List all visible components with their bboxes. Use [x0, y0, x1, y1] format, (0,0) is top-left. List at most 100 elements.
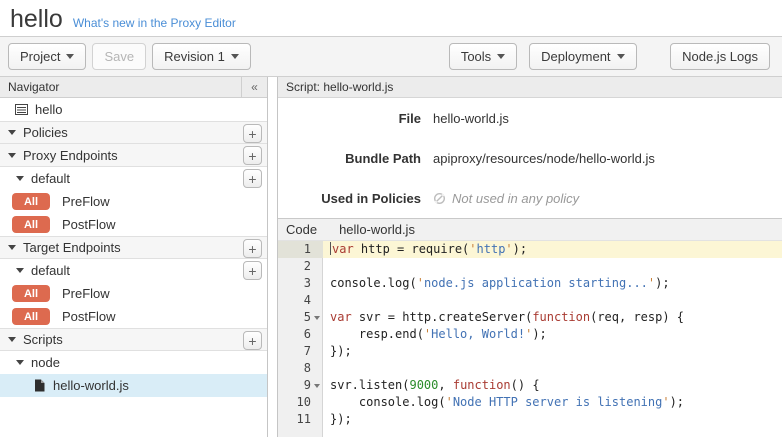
tools-menu-label: Tools [461, 49, 491, 64]
save-label: Save [104, 49, 134, 64]
field-label: Used in Policies [278, 191, 433, 206]
flow-count-badge: All [12, 308, 50, 325]
code-line-4[interactable]: 4 [278, 292, 782, 309]
disclosure-triangle-icon[interactable] [16, 176, 24, 181]
field-value: Not used in any policy [433, 191, 579, 206]
deployment-menu-button[interactable]: Deployment [529, 43, 636, 70]
text-cursor [330, 242, 331, 255]
navigator-row-preflow[interactable]: All PreFlow [0, 282, 267, 305]
line-number: 1 [278, 241, 323, 258]
proxy-overview-icon [15, 103, 28, 116]
file-icon [33, 379, 46, 392]
chevron-down-icon [231, 54, 239, 59]
navigator-row-proxy-endpoints[interactable]: Proxy Endpoints+ [0, 144, 267, 167]
add-button[interactable]: + [243, 146, 262, 165]
navigator-row-node[interactable]: node [0, 351, 267, 374]
code-line-2[interactable]: 2 [278, 258, 782, 275]
toolbar: Project Save Revision 1 Tools Deployment… [0, 36, 782, 77]
add-button[interactable]: + [243, 331, 262, 350]
disclosure-triangle-icon[interactable] [8, 153, 16, 158]
code-line-content [323, 360, 782, 377]
disclosure-triangle-icon[interactable] [16, 268, 24, 273]
code-editor[interactable]: 1var http = require('http');23console.lo… [278, 241, 782, 437]
navigator-row-postflow[interactable]: AllPostFlow [0, 213, 267, 236]
navigator-row-default[interactable]: default + [0, 259, 267, 282]
code-lines: 1var http = require('http');23console.lo… [278, 241, 782, 428]
navigator-sidebar: Navigator « hello Policies+Proxy Endpoint… [0, 77, 268, 437]
code-line-content [323, 258, 782, 275]
project-menu-button[interactable]: Project [8, 43, 86, 70]
code-fold-icon[interactable] [314, 384, 320, 388]
code-line-10[interactable]: 10 console.log('Node HTTP server is list… [278, 394, 782, 411]
disclosure-triangle-icon[interactable] [16, 360, 24, 365]
line-number: 5 [278, 309, 323, 326]
navigator-row-label: default [31, 263, 70, 278]
code-line-content: var svr = http.createServer(function(req… [323, 309, 782, 326]
navigator-row-target-endpoints[interactable]: Target Endpoints + [0, 236, 267, 259]
project-menu-label: Project [20, 49, 60, 64]
code-line-3[interactable]: 3console.log('node.js application starti… [278, 275, 782, 292]
code-line-8[interactable]: 8 [278, 360, 782, 377]
navigator-row-label: node [31, 355, 60, 370]
navigator-row-default[interactable]: default + [0, 167, 267, 190]
navigator-row-label: default [31, 171, 70, 186]
code-line-9[interactable]: 9svr.listen(9000, function() { [278, 377, 782, 394]
navigator-row-label: PreFlow [62, 286, 110, 301]
code-line-content: svr.listen(9000, function() { [323, 377, 782, 394]
flow-count-badge: All [12, 216, 50, 233]
navigator-row-label: PostFlow [62, 309, 115, 324]
code-line-5[interactable]: 5var svr = http.createServer(function(re… [278, 309, 782, 326]
disclosure-triangle-icon[interactable] [8, 337, 16, 342]
broken-link-icon [433, 192, 446, 205]
chevron-down-icon [66, 54, 74, 59]
revision-menu-button[interactable]: Revision 1 [152, 43, 251, 70]
navigator-row-postflow[interactable]: All PostFlow [0, 305, 267, 328]
code-line-content [323, 292, 782, 309]
add-button[interactable]: + [243, 169, 262, 188]
disclosure-triangle-icon[interactable] [8, 245, 16, 250]
deployment-menu-label: Deployment [541, 49, 610, 64]
navigator-row-label: hello [35, 102, 62, 117]
add-button[interactable]: + [243, 261, 262, 280]
line-number: 6 [278, 326, 323, 343]
line-number: 2 [278, 258, 323, 275]
code-line-1[interactable]: 1var http = require('http'); [278, 241, 782, 258]
code-line-6[interactable]: 6 resp.end('Hello, World!'); [278, 326, 782, 343]
page-header: hello What's new in the Proxy Editor [0, 0, 782, 36]
save-button[interactable]: Save [92, 43, 146, 70]
field-value: hello-world.js [433, 111, 509, 126]
line-number: 4 [278, 292, 323, 309]
navigator-row-label: Scripts [23, 332, 63, 347]
code-line-7[interactable]: 7}); [278, 343, 782, 360]
field-row-used-in-policies: Used in PoliciesNot used in any policy [278, 178, 782, 218]
script-panel: Script: hello-world.js Filehello-world.j… [277, 77, 782, 437]
tools-menu-button[interactable]: Tools [449, 43, 517, 70]
navigator-row-scripts[interactable]: Scripts + [0, 328, 267, 351]
navigator-row-label: Target Endpoints [23, 240, 121, 255]
pane-splitter[interactable] [268, 77, 277, 437]
disclosure-triangle-icon[interactable] [8, 130, 16, 135]
chevron-down-icon [497, 54, 505, 59]
navigator-row-preflow[interactable]: AllPreFlow [0, 190, 267, 213]
code-line-content: var http = require('http'); [323, 241, 782, 258]
line-number: 8 [278, 360, 323, 377]
nodejs-logs-button[interactable]: Node.js Logs [670, 43, 770, 70]
code-header: Code hello-world.js [278, 219, 782, 241]
navigator-header: Navigator « [0, 77, 267, 98]
collapse-sidebar-button[interactable]: « [241, 77, 267, 98]
code-line-content: }); [323, 411, 782, 428]
code-fold-icon[interactable] [314, 316, 320, 320]
flow-count-badge: All [12, 285, 50, 302]
field-value-text: hello-world.js [433, 111, 509, 126]
add-button[interactable]: + [243, 124, 262, 143]
proxy-overview-icon [15, 103, 28, 116]
add-button[interactable]: + [243, 239, 262, 258]
file-icon [33, 379, 46, 392]
navigator-row-hello[interactable]: hello [0, 98, 267, 121]
navigator-row-hello-world-js[interactable]: hello-world.js [0, 374, 267, 397]
whats-new-link[interactable]: What's new in the Proxy Editor [73, 16, 236, 30]
chevron-down-icon [617, 54, 625, 59]
revision-menu-label: Revision 1 [164, 49, 225, 64]
navigator-row-policies[interactable]: Policies+ [0, 121, 267, 144]
code-line-11[interactable]: 11}); [278, 411, 782, 428]
